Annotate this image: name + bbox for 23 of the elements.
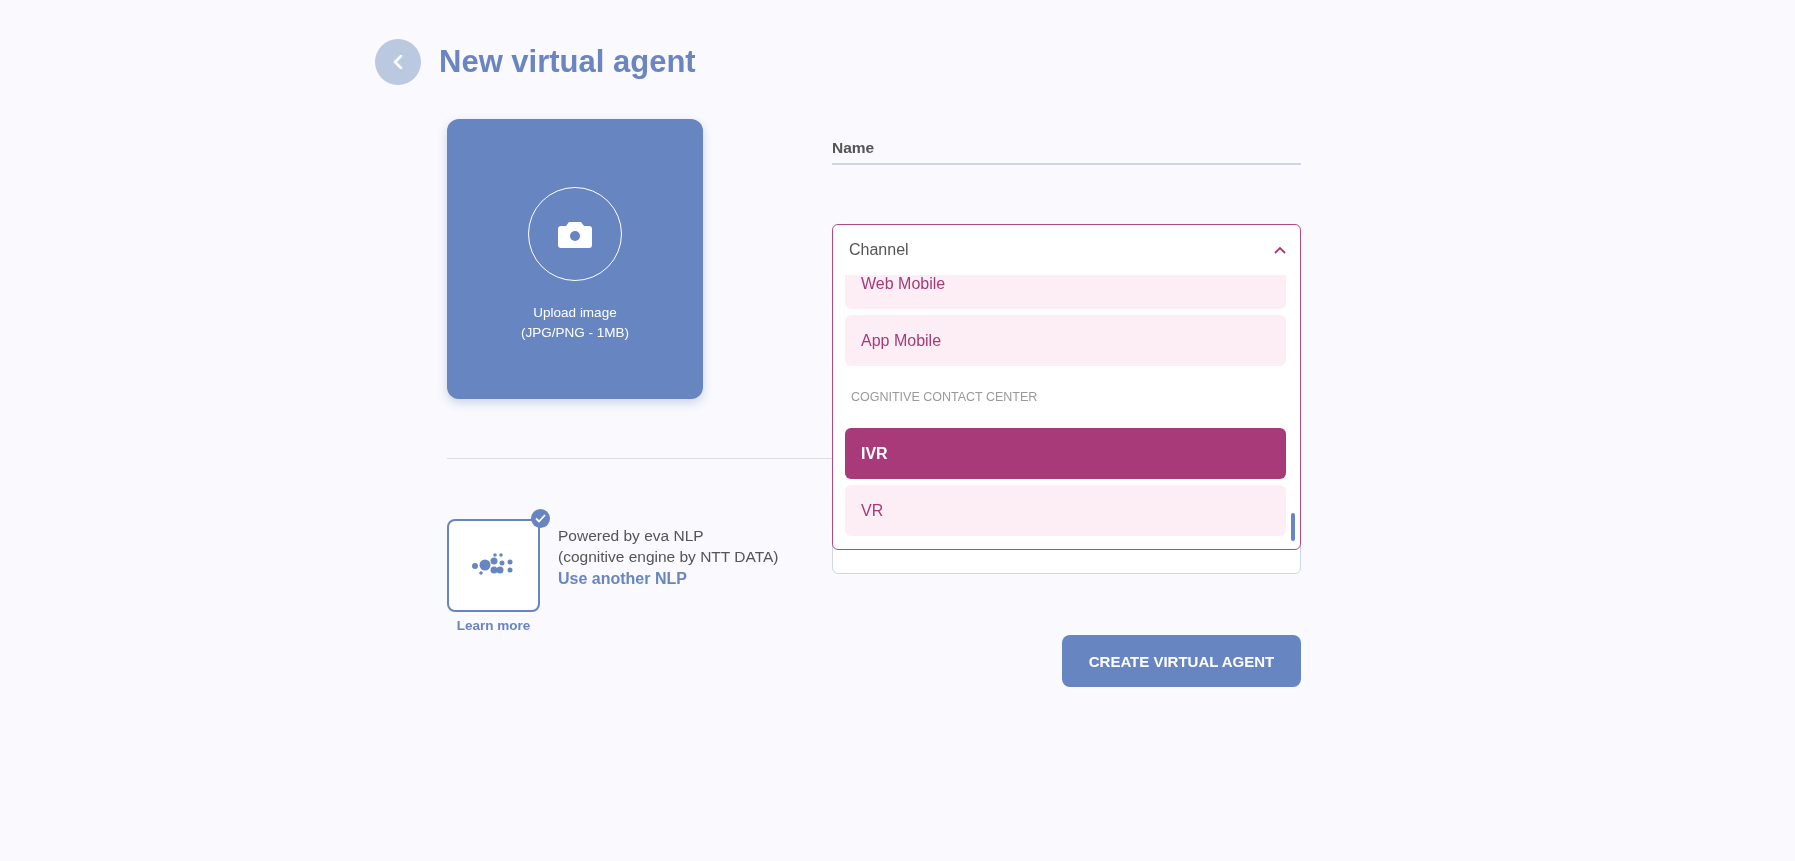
page-title: New virtual agent bbox=[439, 44, 696, 80]
scrollbar-thumb[interactable] bbox=[1291, 513, 1295, 541]
nlp-title: Powered by eva NLP bbox=[558, 526, 705, 546]
channel-option[interactable]: App Mobile bbox=[845, 315, 1286, 366]
channel-label: Channel bbox=[849, 241, 909, 259]
nlp-option-card[interactable] bbox=[447, 519, 540, 612]
channel-option[interactable]: IVR bbox=[845, 428, 1286, 479]
nlp-subtitle: (cognitive engine by NTT DATA) bbox=[558, 547, 779, 567]
name-field[interactable]: Name bbox=[832, 139, 1301, 165]
back-button[interactable] bbox=[375, 39, 421, 85]
channel-option[interactable]: VR bbox=[845, 485, 1286, 536]
upload-hint: (JPG/PNG - 1MB) bbox=[521, 324, 629, 342]
upload-label: Upload image bbox=[533, 304, 617, 322]
channel-option[interactable]: Web Mobile bbox=[845, 275, 1286, 309]
check-badge-icon bbox=[531, 509, 550, 528]
group-heading: COGNITIVE CONTACT CENTER bbox=[851, 390, 1038, 404]
learn-more-link[interactable]: Learn more bbox=[456, 618, 531, 633]
channel-dropdown[interactable]: Channel Web Mobile App Mobile COGNITIVE CONTACT CENTER IVR VR bbox=[832, 224, 1301, 550]
upload-image-card[interactable]: Upload image (JPG/PNG - 1MB) bbox=[447, 119, 703, 399]
chevron-left-icon bbox=[393, 55, 403, 69]
camera-icon bbox=[558, 220, 592, 248]
use-another-nlp-link[interactable]: Use another NLP bbox=[558, 570, 779, 588]
create-virtual-agent-button[interactable]: CREATE VIRTUAL AGENT bbox=[1062, 635, 1301, 687]
